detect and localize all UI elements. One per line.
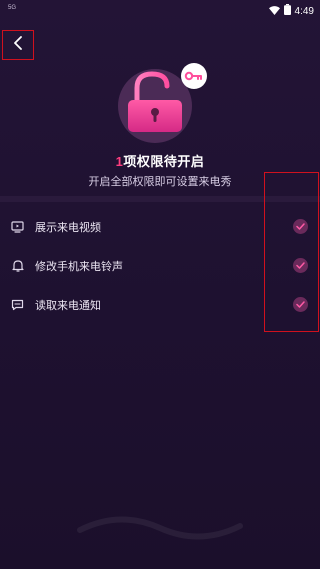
check-icon[interactable] [293,297,308,312]
permission-list: 展示来电视频 修改手机来电铃声 读取来电通知 [0,207,320,324]
bell-icon [11,259,24,272]
status-bar: 5G 4:49 [0,0,320,20]
section-divider [0,196,320,202]
permission-item-notification[interactable]: 读取来电通知 [0,285,320,324]
unlock-illustration [115,62,215,144]
back-button[interactable] [2,30,34,60]
tv-icon [11,220,24,233]
background-texture [0,500,320,550]
network-indicator: 5G [8,5,17,11]
check-icon[interactable] [293,258,308,273]
permission-label: 展示来电视频 [35,221,101,234]
permission-screen: 5G 4:49 1项权限待开启 开启全部权限即可设置来电秀 展示来电视频 修改手… [0,0,320,569]
page-subtitle: 开启全部权限即可设置来电秀 [88,176,232,188]
page-title: 1项权限待开启 [0,151,320,170]
status-icons: 4:49 [268,2,314,20]
status-time: 4:49 [294,5,314,17]
title-suffix: 项权限待开启 [123,154,205,169]
battery-icon [283,2,291,20]
permission-label: 读取来电通知 [35,299,101,312]
chevron-left-icon [13,35,23,55]
message-icon [11,298,24,311]
check-icon[interactable] [293,219,308,234]
permission-label: 修改手机来电铃声 [35,260,123,273]
permission-item-ringtone[interactable]: 修改手机来电铃声 [0,246,320,285]
permission-item-video[interactable]: 展示来电视频 [0,207,320,246]
wifi-icon [268,2,280,20]
